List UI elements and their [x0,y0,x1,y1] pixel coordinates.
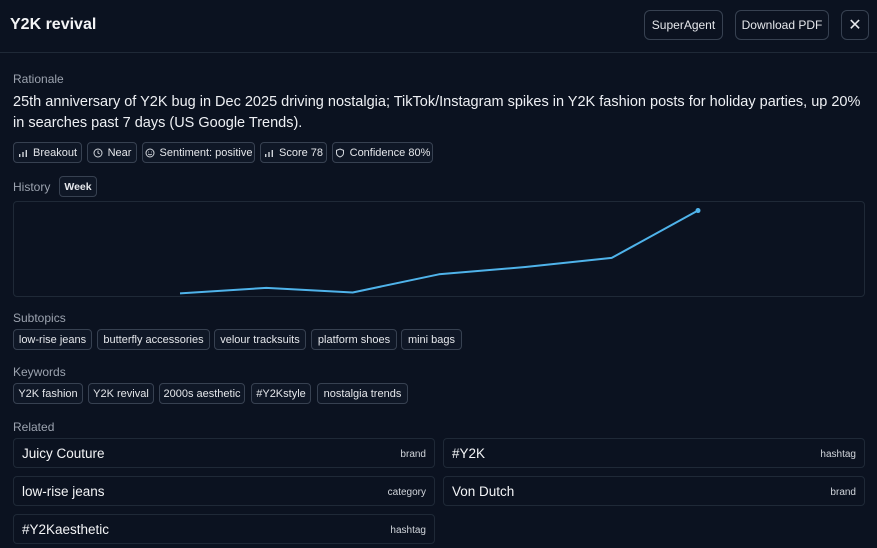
last-point-marker [695,208,701,214]
related-type: brand [830,487,856,498]
bar-chart-icon [18,149,27,157]
history-line-chart [179,208,701,295]
keyword-chip[interactable]: Y2K fashion [13,383,83,404]
related-item[interactable]: Von Dutch brand [443,476,865,506]
dialog-header: Y2K revival SuperAgent Download PDF ✕ [0,0,877,53]
related-type: brand [400,449,426,460]
bar-chart-icon [264,149,273,157]
related-item[interactable]: #Y2Kaesthetic hashtag [13,514,435,544]
related-item[interactable]: low-rise jeans category [13,476,435,506]
badge-label: Breakout [32,146,78,159]
related-name: low-rise jeans [22,484,105,499]
badge-label: Score 78 [278,146,324,159]
related-type: hashtag [820,449,856,460]
superagent-button[interactable]: SuperAgent [644,10,723,40]
subtopic-chip[interactable]: platform shoes [311,329,397,350]
keyword-chip[interactable]: 2000s aesthetic [159,383,245,404]
related-name: #Y2Kaesthetic [22,522,110,537]
keyword-chip[interactable]: Y2K revival [88,383,154,404]
related-type: hashtag [390,525,426,536]
subtopics-label: Subtopics [13,311,66,325]
shield-icon [335,147,344,158]
keyword-chip[interactable]: nostalgia trends [317,383,408,404]
close-icon[interactable]: ✕ [841,10,869,40]
subtopic-chip[interactable]: mini bags [401,329,462,350]
smile-icon [145,148,155,157]
related-name: Von Dutch [452,484,515,499]
download-pdf-button[interactable]: Download PDF [735,10,829,40]
subtopic-chip[interactable]: velour tracksuits [214,329,306,350]
related-name: #Y2K [452,446,486,461]
history-chart [13,201,865,297]
badge-score: Score 78 [260,142,327,163]
badge-label: Near [107,146,132,159]
clock-icon [93,148,103,157]
related-item[interactable]: Juicy Couture brand [13,438,435,468]
related-item[interactable]: #Y2K hashtag [443,438,865,468]
subtopic-chip[interactable]: low-rise jeans [13,329,92,350]
history-label: History [13,180,51,194]
page-title: Y2K revival [10,16,97,33]
badge-label: Sentiment: positive [159,146,253,159]
badge-confidence: Confidence 80% [332,142,433,163]
badge-breakout: Breakout [13,142,82,163]
related-name: Juicy Couture [22,446,105,461]
badge-near: Near [87,142,137,163]
subtopic-chip[interactable]: butterfly accessories [97,329,210,350]
rationale-text: 25th anniversary of Y2K bug in Dec 2025 … [13,94,861,131]
keyword-chip[interactable]: #Y2Kstyle [251,383,311,404]
keywords-label: Keywords [13,365,66,379]
badge-label: Confidence 80% [349,146,431,159]
badge-sentiment: Sentiment: positive [142,142,255,163]
related-label: Related [13,420,55,434]
rationale-label: Rationale [13,72,64,86]
series-line [179,209,699,295]
related-type: category [387,487,426,498]
period-selector[interactable]: Week [59,176,97,197]
